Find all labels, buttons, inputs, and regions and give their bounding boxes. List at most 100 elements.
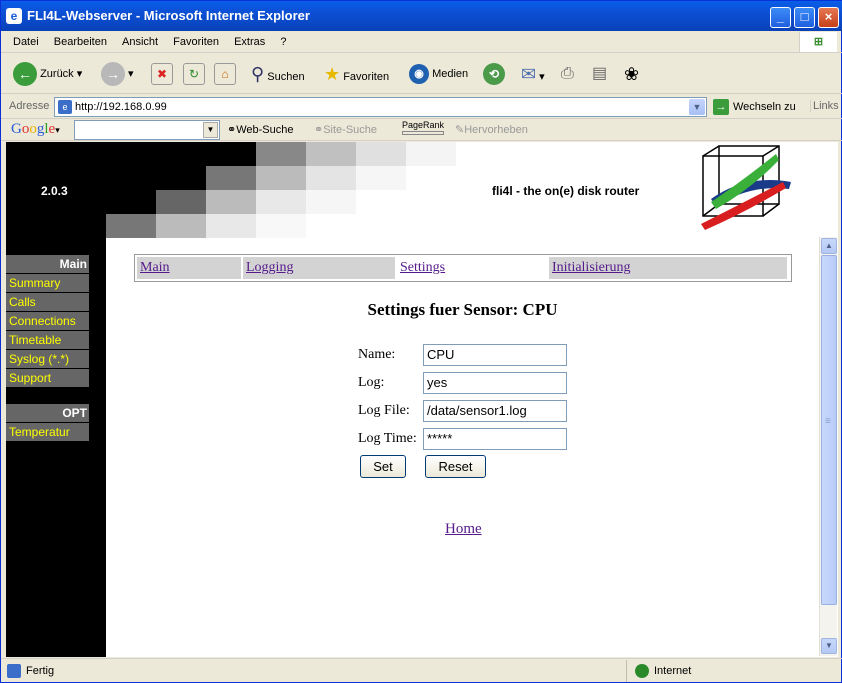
print-button[interactable]: ⎙	[561, 60, 574, 88]
reset-button[interactable]: Reset	[425, 455, 486, 478]
edit-button[interactable]: ▤	[592, 60, 607, 88]
nav-summary[interactable]: Summary	[6, 274, 89, 293]
logfile-field[interactable]: /data/sensor1.log	[423, 400, 567, 422]
search-button[interactable]: ⚲ Suchen	[251, 60, 305, 88]
edit-icon: ▤	[592, 65, 608, 82]
tab-settings[interactable]: Settings	[397, 257, 547, 279]
media-label: Medien	[432, 68, 469, 80]
scroll-down-icon[interactable]: ▼	[821, 638, 837, 654]
set-button[interactable]: Set	[360, 455, 406, 478]
go-label: Wechseln zu	[733, 101, 796, 113]
address-label: Adresse	[9, 100, 50, 112]
google-logo[interactable]: Google▾	[11, 121, 60, 138]
mail-button[interactable]: ✉ ▾	[521, 60, 545, 88]
go-button[interactable]: → Wechseln zu	[713, 99, 796, 116]
log-label: Log:	[358, 375, 385, 390]
highlighter-icon: ✎	[455, 124, 465, 136]
browser-window: e FLI4L-Webserver - Microsoft Internet E…	[0, 0, 842, 683]
menu-extras[interactable]: Extras	[234, 36, 265, 48]
tab-initialisierung[interactable]: Initialisierung	[549, 257, 787, 279]
history-button[interactable]: ⟲	[483, 60, 505, 88]
site-search-icon: ⚭	[314, 124, 324, 136]
menu-favoriten[interactable]: Favoriten	[173, 36, 219, 48]
logfile-label: Log File:	[358, 403, 410, 418]
favorites-label: Favoriten	[343, 71, 390, 83]
nav-temperatur[interactable]: Temperatur	[6, 423, 89, 442]
title-bar: e FLI4L-Webserver - Microsoft Internet E…	[1, 1, 842, 31]
menu-datei[interactable]: Datei	[13, 36, 39, 48]
highlight-button[interactable]: ✎Hervorheben	[455, 123, 528, 136]
tab-main[interactable]: Main	[137, 257, 241, 279]
scroll-up-icon[interactable]: ▲	[821, 238, 837, 254]
vertical-scrollbar[interactable]: ▲ ▼	[819, 237, 837, 656]
fli4l-logo	[701, 145, 791, 230]
logtime-label: Log Time:	[358, 431, 417, 446]
pagerank-indicator: PageRank	[402, 120, 444, 135]
page-status-icon	[7, 664, 21, 679]
media-icon: ◉	[409, 64, 429, 85]
home-icon: ⌂	[214, 63, 236, 86]
tab-bar: Main Logging Settings Initialisierung	[134, 254, 792, 282]
google-dropdown-icon[interactable]: ▼	[203, 122, 218, 138]
go-arrow-icon: →	[713, 99, 729, 116]
refresh-button[interactable]: ↻	[183, 60, 205, 88]
tab-logging[interactable]: Logging	[243, 257, 395, 279]
status-zone: Internet	[626, 660, 811, 682]
status-text: Fertig	[26, 665, 55, 677]
side-nav: Main Summary Calls Connections Timetable…	[6, 255, 89, 442]
menu-bar: Datei Bearbeiten Ansicht Favoriten Extra…	[1, 31, 842, 53]
nav-support[interactable]: Support	[6, 369, 89, 388]
scroll-thumb[interactable]	[821, 255, 837, 605]
links-button[interactable]: Links	[810, 100, 839, 112]
address-input[interactable]: e http://192.168.0.99 ▼	[54, 97, 707, 117]
log-field[interactable]: yes	[423, 372, 567, 394]
status-bar: Fertig Internet	[1, 658, 842, 683]
stop-button[interactable]: ✖	[151, 60, 173, 88]
name-field[interactable]: CPU	[423, 344, 567, 366]
forward-button[interactable]: → ▾	[101, 60, 134, 88]
home-button[interactable]: ⌂	[214, 60, 236, 88]
page-icon: e	[58, 100, 72, 114]
minimize-button[interactable]: _	[770, 7, 791, 28]
menu-bearbeiten[interactable]: Bearbeiten	[54, 36, 107, 48]
windows-logo-icon: ⊞	[799, 32, 837, 52]
back-arrow-icon: ←	[13, 62, 37, 87]
favorites-button[interactable]: ★ Favoriten	[324, 60, 389, 88]
menu-help[interactable]: ?	[280, 36, 286, 48]
search-icon: ⚲	[251, 64, 265, 84]
tagline: fli4l - the on(e) disk router	[492, 184, 640, 198]
nav-syslog[interactable]: Syslog (*.*)	[6, 350, 89, 369]
nav-timetable[interactable]: Timetable	[6, 331, 89, 350]
search-label: Suchen	[267, 71, 305, 83]
globe-icon	[635, 664, 649, 679]
binoculars-icon: ⚭	[227, 124, 237, 136]
messenger-button[interactable]: ❀	[624, 60, 639, 88]
printer-icon: ⎙	[561, 65, 574, 82]
close-button[interactable]: ×	[818, 7, 839, 28]
back-label: Zurück	[40, 68, 74, 80]
refresh-icon: ↻	[183, 63, 205, 86]
window-title: FLI4L-Webserver - Microsoft Internet Exp…	[27, 8, 310, 23]
media-button[interactable]: ◉ Medien	[409, 60, 468, 88]
web-search-button[interactable]: ⚭Web-Suche	[227, 123, 294, 136]
stop-icon: ✖	[151, 63, 173, 86]
logtime-field[interactable]: *****	[423, 428, 567, 450]
nav-spacer	[6, 388, 89, 404]
nav-opt-header: OPT	[6, 404, 89, 423]
ie-icon: e	[6, 8, 22, 24]
address-dropdown-icon[interactable]: ▼	[689, 99, 705, 115]
star-icon: ★	[324, 64, 341, 84]
google-toolbar: Google▾ ▼ ⚭Web-Suche ⚭Site-Suche PageRan…	[1, 119, 842, 141]
back-button[interactable]: ← Zurück ▾	[13, 60, 82, 88]
google-search-input[interactable]: ▼	[74, 120, 220, 140]
maximize-button[interactable]: □	[794, 7, 815, 28]
home-link[interactable]: Home	[445, 521, 482, 538]
address-url: http://192.168.0.99	[75, 101, 167, 113]
menu-ansicht[interactable]: Ansicht	[122, 36, 158, 48]
address-bar: Adresse e http://192.168.0.99 ▼ → Wechsel…	[1, 95, 842, 119]
page-title: Settings fuer Sensor: CPU	[367, 300, 558, 319]
site-search-button[interactable]: ⚭Site-Suche	[314, 123, 377, 136]
status-left: Fertig	[7, 660, 54, 682]
nav-main-header: Main	[6, 255, 89, 274]
history-icon: ⟲	[483, 63, 505, 86]
